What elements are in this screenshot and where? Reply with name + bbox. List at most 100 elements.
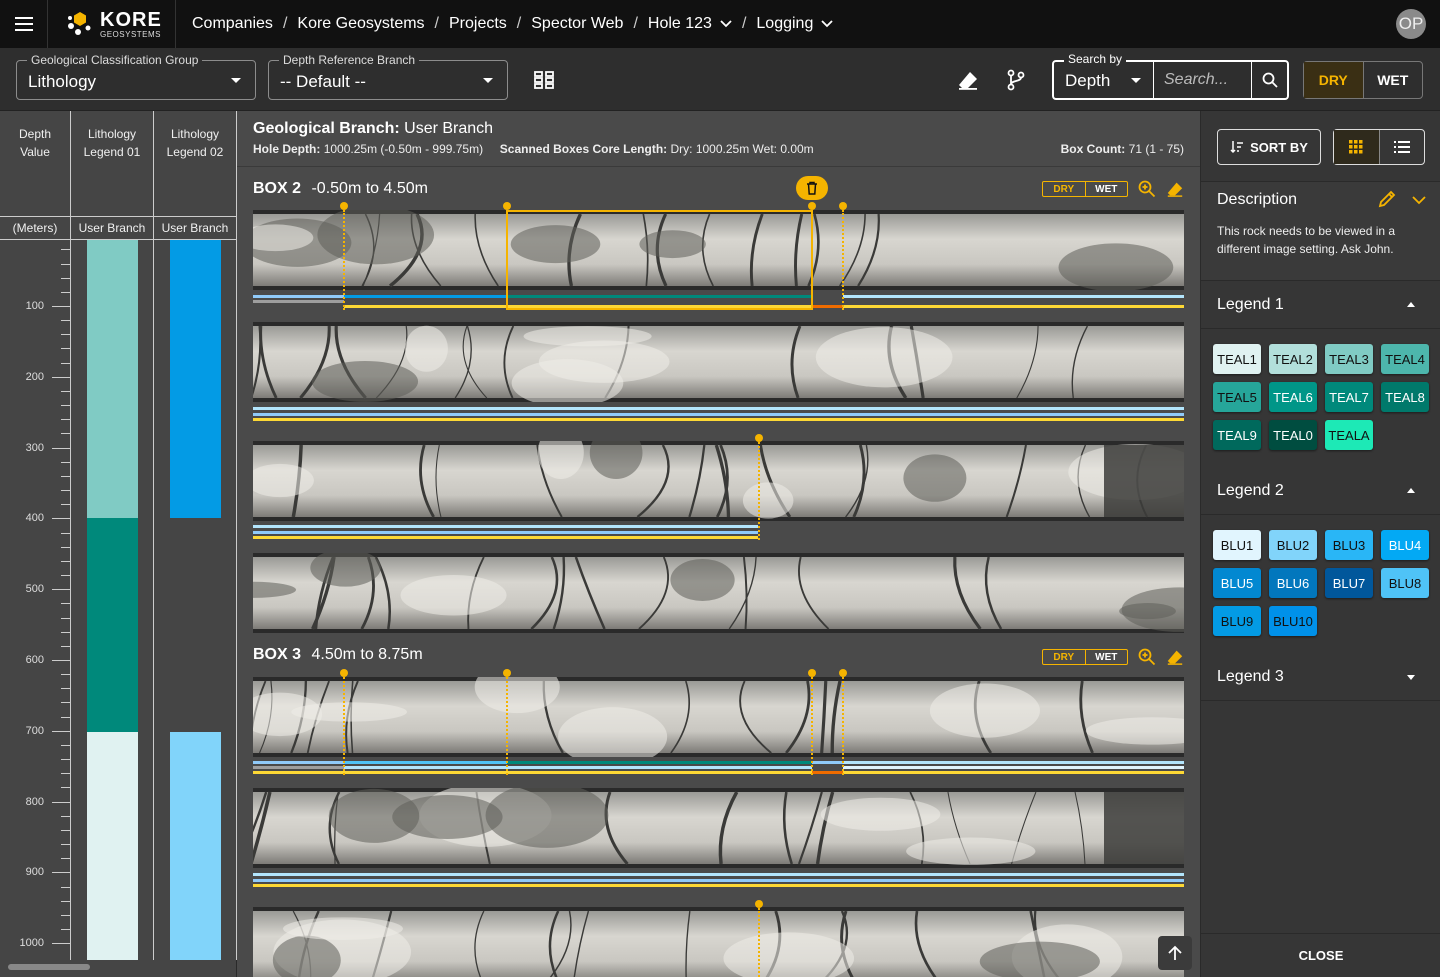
branch-icon[interactable]: [1002, 66, 1030, 94]
legend-chip-teal6[interactable]: TEAL6: [1269, 382, 1317, 412]
legend-chip-teal0[interactable]: TEAL0: [1269, 420, 1317, 450]
legend-strip: [253, 536, 758, 539]
legend-01-branch-label: User Branch: [71, 216, 154, 240]
core-image-row[interactable]: [253, 441, 1184, 521]
box-dry-button[interactable]: DRY: [1043, 650, 1086, 664]
legend-chip-teal4[interactable]: TEAL4: [1381, 344, 1429, 374]
box-dry-button[interactable]: DRY: [1043, 182, 1086, 196]
breadcrumb-projects[interactable]: Projects: [449, 15, 507, 33]
header-line: Depth: [18, 127, 52, 141]
interval-marker-line: [343, 210, 345, 310]
search-by-select[interactable]: Search by Depth: [1054, 52, 1154, 98]
hole-depth-value: 1000.25m (-0.50m - 999.75m): [323, 142, 484, 156]
list-view-icon[interactable]: [1380, 130, 1425, 164]
legend-strip: [253, 873, 1184, 876]
grid-layout-icon[interactable]: [530, 66, 558, 94]
box-name: BOX 3: [253, 646, 302, 663]
interval-marker-handle[interactable]: [340, 202, 348, 210]
legend-chip-teal8[interactable]: TEAL8: [1381, 382, 1429, 412]
legend-chip-blu2[interactable]: BLU2: [1269, 530, 1317, 560]
legend-strip: [812, 761, 843, 764]
legend-1-header[interactable]: Legend 1: [1201, 281, 1440, 329]
legend-chip-blu8[interactable]: BLU8: [1381, 568, 1429, 598]
interval-marker-line: [758, 908, 760, 977]
breadcrumb-logging: Logging: [756, 15, 814, 32]
kore-logo[interactable]: KORE GEOSYSTEMS: [48, 0, 176, 48]
core-image-row[interactable]: [253, 553, 1184, 633]
legend-01-segment[interactable]: [87, 732, 138, 960]
grid-view-icon[interactable]: [1334, 130, 1380, 164]
legend-01-segment[interactable]: [87, 240, 138, 518]
core-image-row[interactable]: [253, 788, 1184, 868]
breadcrumb-logging-dropdown[interactable]: Logging: [756, 15, 833, 33]
wet-toggle-button[interactable]: WET: [1364, 62, 1423, 98]
eraser-icon[interactable]: [1165, 179, 1185, 199]
legend-chip-teal2[interactable]: TEAL2: [1269, 344, 1317, 374]
core-image-row[interactable]: [253, 907, 1184, 977]
delete-interval-button[interactable]: [796, 176, 828, 200]
legend-chip-teal3[interactable]: TEAL3: [1325, 344, 1373, 374]
breadcrumb-company[interactable]: Kore Geosystems: [297, 15, 424, 33]
interval-marker-handle[interactable]: [340, 669, 348, 677]
box-wet-button[interactable]: WET: [1086, 182, 1128, 196]
legend-strip: [253, 884, 1184, 887]
interval-marker-handle[interactable]: [503, 669, 511, 677]
legend-02-segment[interactable]: [170, 732, 221, 960]
search-button[interactable]: [1252, 62, 1287, 98]
legend-chip-blu4[interactable]: BLU4: [1381, 530, 1429, 560]
chevron-down-icon[interactable]: [1409, 190, 1429, 210]
depth-reference-branch-select[interactable]: Depth Reference Branch -- Default --: [268, 53, 508, 100]
legend-chip-teala[interactable]: TEALA: [1325, 420, 1373, 450]
core-image-row[interactable]: [253, 677, 1184, 757]
box-wet-button[interactable]: WET: [1086, 650, 1128, 664]
view-mode-toggle: [1333, 129, 1425, 165]
interval-marker-handle[interactable]: [808, 669, 816, 677]
core-image-row[interactable]: [253, 322, 1184, 402]
interval-marker-handle[interactable]: [755, 434, 763, 442]
legend-chip-blu1[interactable]: BLU1: [1213, 530, 1261, 560]
breadcrumb-project[interactable]: Spector Web: [531, 15, 623, 33]
legend-2-header[interactable]: Legend 2: [1201, 467, 1440, 515]
interval-marker-handle[interactable]: [839, 669, 847, 677]
legend-chip-blu6[interactable]: BLU6: [1269, 568, 1317, 598]
interval-marker-handle[interactable]: [808, 202, 816, 210]
edit-pencil-icon[interactable]: [1377, 189, 1397, 209]
legend-chip-teal5[interactable]: TEAL5: [1213, 382, 1261, 412]
sort-by-button[interactable]: SORT BY: [1217, 129, 1321, 165]
scroll-to-top-button[interactable]: [1158, 936, 1192, 970]
legend-chip-blu9[interactable]: BLU9: [1213, 606, 1261, 636]
legend-3-header[interactable]: Legend 3: [1201, 653, 1440, 701]
interval-marker-line: [811, 677, 813, 775]
interval-marker-handle[interactable]: [755, 900, 763, 908]
zoom-in-icon[interactable]: [1137, 179, 1157, 199]
lithology-legend-01-column[interactable]: [71, 240, 154, 960]
depth-label: 700: [25, 724, 44, 737]
eraser-icon[interactable]: [1165, 647, 1185, 667]
legend-01-segment[interactable]: [87, 518, 138, 732]
selected-interval[interactable]: [506, 210, 813, 310]
breadcrumb-companies[interactable]: Companies: [192, 15, 273, 33]
menu-icon[interactable]: [0, 0, 48, 48]
interval-marker-handle[interactable]: [503, 202, 511, 210]
interval-marker-handle[interactable]: [839, 202, 847, 210]
eraser-icon[interactable]: [954, 66, 982, 94]
legend-02-segment[interactable]: [170, 240, 221, 518]
legend-chip-blu7[interactable]: BLU7: [1325, 568, 1373, 598]
legend-chip-teal1[interactable]: TEAL1: [1213, 344, 1261, 374]
horizontal-scrollbar[interactable]: [8, 964, 90, 970]
depth-ruler[interactable]: 100 200 300 400 500 600 700 800 900 1000: [0, 240, 71, 960]
ruler-tick: [61, 688, 70, 690]
close-button[interactable]: CLOSE: [1201, 933, 1440, 977]
legend-chip-teal7[interactable]: TEAL7: [1325, 382, 1373, 412]
legend-chip-blu10[interactable]: BLU10: [1269, 606, 1317, 636]
lithology-legend-02-column[interactable]: [154, 240, 237, 960]
avatar[interactable]: OP: [1396, 9, 1426, 39]
search-input[interactable]: Search...: [1154, 62, 1252, 98]
legend-chip-blu3[interactable]: BLU3: [1325, 530, 1373, 560]
classification-group-select[interactable]: Geological Classification Group Litholog…: [16, 53, 256, 100]
legend-chip-blu5[interactable]: BLU5: [1213, 568, 1261, 598]
dry-toggle-button[interactable]: DRY: [1304, 62, 1364, 98]
zoom-in-icon[interactable]: [1137, 647, 1157, 667]
legend-chip-teal9[interactable]: TEAL9: [1213, 420, 1261, 450]
breadcrumb-hole-dropdown[interactable]: Hole 123: [648, 15, 732, 33]
